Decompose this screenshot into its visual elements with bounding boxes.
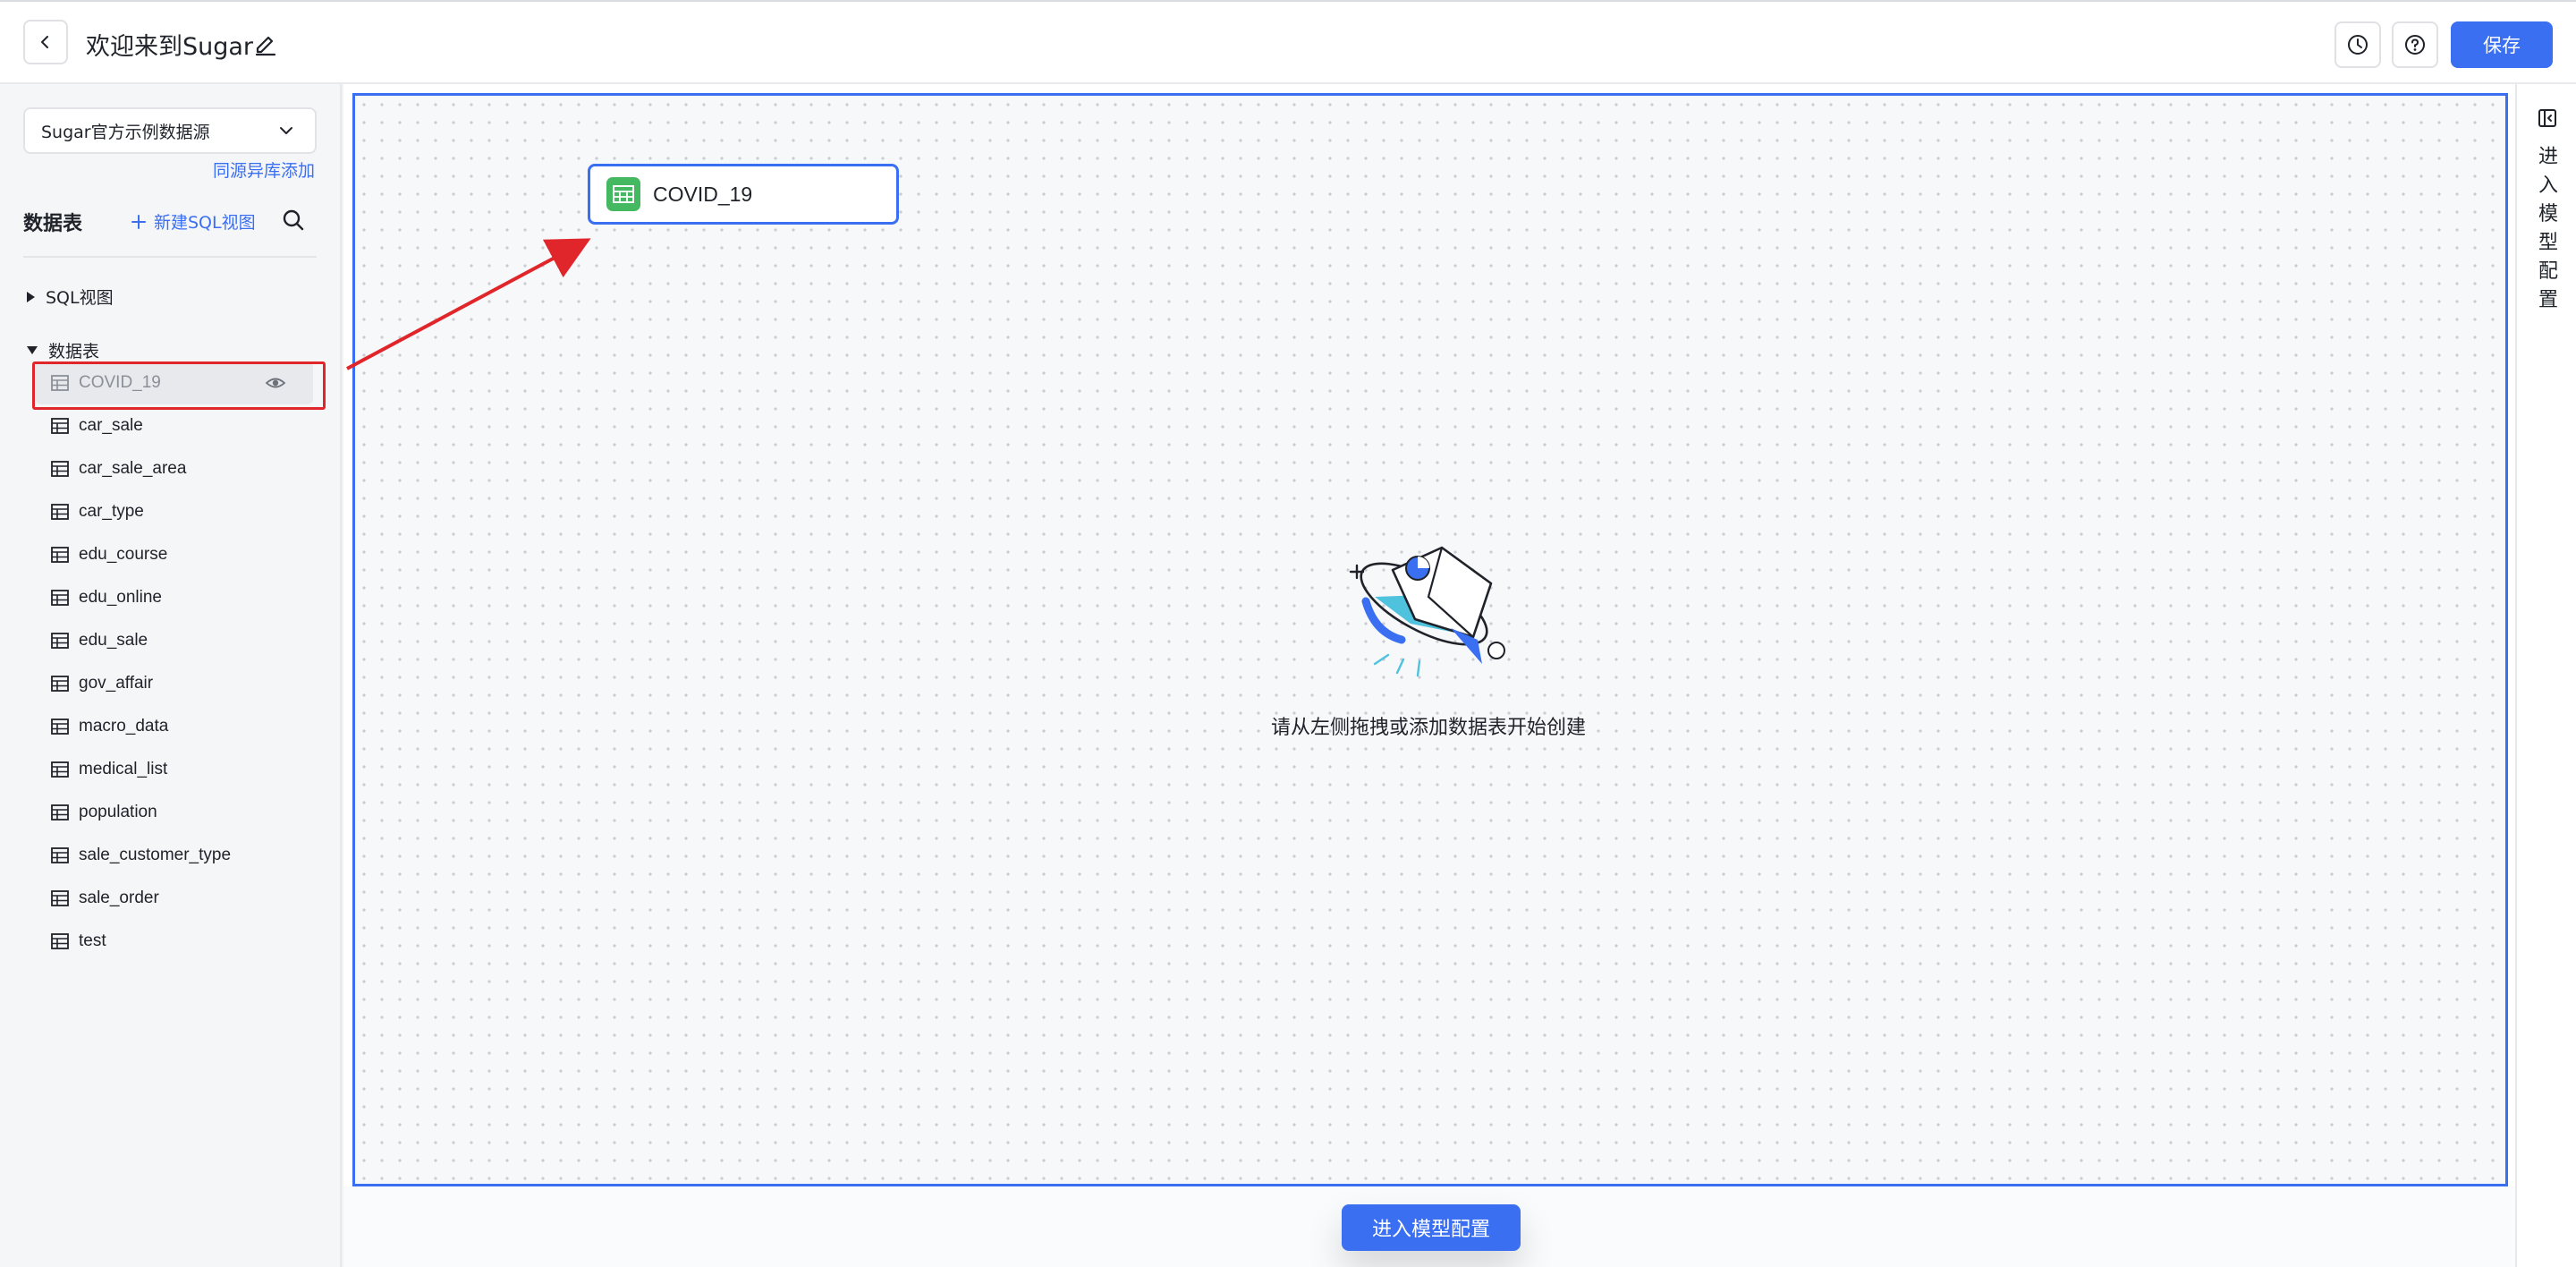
enter-model-config-button[interactable]: 进入模型配置 bbox=[1342, 1204, 1521, 1251]
model-canvas[interactable]: COVID_19 请从左侧拖拽或添加数据表开始创建 bbox=[352, 93, 2508, 1186]
table-item-label: macro_data bbox=[79, 717, 169, 736]
table-item-edu-online[interactable]: edu_online bbox=[36, 576, 313, 619]
table-icon bbox=[51, 719, 69, 735]
history-button[interactable] bbox=[2334, 21, 2381, 68]
table-item-label: sale_order bbox=[79, 889, 159, 907]
chevron-down-icon bbox=[280, 127, 292, 134]
table-icon bbox=[51, 590, 69, 606]
table-icon bbox=[51, 890, 69, 906]
table-icon bbox=[606, 177, 640, 211]
save-button[interactable]: 保存 bbox=[2451, 21, 2553, 68]
table-icon bbox=[51, 804, 69, 821]
table-icon bbox=[51, 676, 69, 692]
table-list: COVID_19 car_sale car_sale_area car_type… bbox=[36, 361, 313, 963]
table-item-label: test bbox=[79, 931, 106, 950]
group-tables-label: 数据表 bbox=[48, 342, 100, 361]
table-icon bbox=[51, 504, 69, 520]
table-item-label: edu_sale bbox=[79, 631, 148, 650]
caret-down-icon bbox=[27, 346, 38, 354]
table-icon bbox=[51, 761, 69, 778]
table-item-label: sale_customer_type bbox=[79, 846, 232, 864]
table-icon bbox=[51, 933, 69, 949]
table-item-gov-affair[interactable]: gov_affair bbox=[36, 662, 313, 705]
divider bbox=[23, 256, 317, 258]
caret-right-icon bbox=[27, 291, 35, 302]
table-item-label: car_sale bbox=[79, 416, 143, 435]
search-icon[interactable] bbox=[281, 208, 306, 233]
table-item-label: population bbox=[79, 803, 157, 821]
table-item-edu-sale[interactable]: edu_sale bbox=[36, 619, 313, 662]
table-icon bbox=[51, 418, 69, 434]
group-sql-view-label: SQL视图 bbox=[46, 288, 114, 308]
table-item-covid-19[interactable]: COVID_19 bbox=[36, 361, 313, 404]
table-item-label: COVID_19 bbox=[79, 373, 161, 392]
empty-state-text: 请从左侧拖拽或添加数据表开始创建 bbox=[1270, 717, 1586, 739]
top-header: 欢迎来到Sugar 保存 bbox=[0, 0, 2576, 84]
help-button[interactable] bbox=[2392, 21, 2438, 68]
table-icon bbox=[51, 633, 69, 649]
table-item-car-sale[interactable]: car_sale bbox=[36, 404, 313, 447]
panel-expand-icon[interactable] bbox=[2537, 107, 2558, 129]
table-item-label: edu_online bbox=[79, 588, 162, 607]
table-item-sale-customer-type[interactable]: sale_customer_type bbox=[36, 834, 313, 877]
edit-title-icon[interactable] bbox=[252, 30, 279, 57]
clock-icon bbox=[2348, 35, 2368, 55]
group-tables[interactable]: 数据表 bbox=[27, 338, 99, 362]
datasource-value: Sugar官方示例数据源 bbox=[41, 122, 210, 142]
rocket-illustration bbox=[1349, 546, 1505, 677]
back-button[interactable] bbox=[23, 20, 68, 64]
table-icon bbox=[51, 375, 69, 391]
table-icon bbox=[51, 547, 69, 563]
table-icon bbox=[51, 847, 69, 863]
help-icon bbox=[2405, 35, 2425, 55]
table-item-label: car_sale_area bbox=[79, 459, 187, 478]
table-item-label: car_type bbox=[79, 502, 144, 521]
chevron-left-icon bbox=[41, 36, 48, 48]
table-item-medical-list[interactable]: medical_list bbox=[36, 748, 313, 791]
table-item-sale-order[interactable]: sale_order bbox=[36, 877, 313, 920]
same-source-add-link[interactable]: 同源异库添加 bbox=[213, 157, 315, 182]
right-rail: 进入模型配置 bbox=[2515, 84, 2576, 1267]
plus-icon bbox=[131, 214, 146, 229]
table-item-label: gov_affair bbox=[79, 674, 154, 693]
table-item-edu-course[interactable]: edu_course bbox=[36, 533, 313, 576]
model-canvas-area: COVID_19 请从左侧拖拽或添加数据表开始创建 进入模型配置 bbox=[343, 84, 2515, 1267]
table-item-car-sale-area[interactable]: car_sale_area bbox=[36, 447, 313, 490]
canvas-table-node[interactable]: COVID_19 bbox=[588, 164, 899, 225]
tables-section-title: 数据表 bbox=[23, 213, 83, 235]
table-item-macro-data[interactable]: macro_data bbox=[36, 705, 313, 748]
canvas-node-label: COVID_19 bbox=[653, 182, 753, 206]
table-item-car-type[interactable]: car_type bbox=[36, 490, 313, 533]
right-rail-label[interactable]: 进入模型配置 bbox=[2537, 143, 2560, 315]
new-sql-view-label: 新建SQL视图 bbox=[154, 213, 256, 233]
new-sql-view-button[interactable]: 新建SQL视图 bbox=[131, 209, 256, 234]
table-item-test[interactable]: test bbox=[36, 920, 313, 963]
page-title: 欢迎来到Sugar bbox=[86, 33, 254, 61]
table-icon bbox=[51, 461, 69, 477]
table-item-label: edu_course bbox=[79, 545, 168, 564]
left-sidebar: Sugar官方示例数据源 同源异库添加 数据表 新建SQL视图 SQL视图 数据… bbox=[0, 84, 342, 1267]
group-sql-view[interactable]: SQL视图 bbox=[27, 285, 114, 309]
eye-icon[interactable] bbox=[265, 373, 286, 393]
datasource-select[interactable]: Sugar官方示例数据源 bbox=[23, 107, 317, 154]
table-item-population[interactable]: population bbox=[36, 791, 313, 834]
table-item-label: medical_list bbox=[79, 760, 168, 778]
